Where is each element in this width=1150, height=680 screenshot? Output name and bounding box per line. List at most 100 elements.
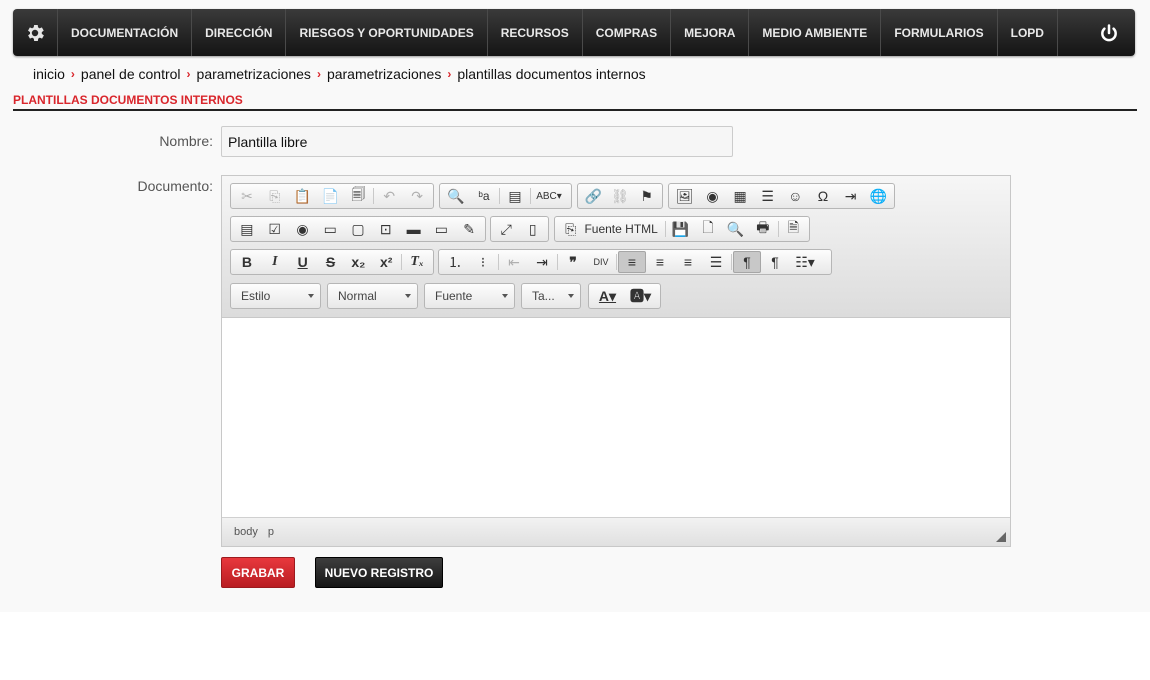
font-combo[interactable]: Fuente: [424, 283, 515, 309]
editor-content-area[interactable]: [222, 318, 1010, 517]
align-center-icon[interactable]: ≡: [646, 251, 674, 273]
save-icon[interactable]: 💾: [667, 218, 694, 240]
format-combo[interactable]: Normal: [327, 283, 418, 309]
language-icon[interactable]: ☷▾: [789, 251, 821, 273]
remove-format-icon[interactable]: Tₓ: [403, 251, 431, 273]
button-icon[interactable]: ▬: [400, 218, 428, 240]
textarea-icon[interactable]: ▢: [344, 218, 372, 240]
path-p[interactable]: p: [268, 526, 274, 538]
flash-icon[interactable]: ◉: [699, 185, 727, 207]
nav-direccion[interactable]: DIRECCIÓN: [192, 9, 287, 56]
paste-word-icon[interactable]: 🗐: [344, 185, 372, 207]
breadcrumb-parametrizaciones-2[interactable]: parametrizaciones: [327, 66, 441, 82]
settings-button[interactable]: [13, 9, 58, 56]
copy-icon[interactable]: ⎘: [261, 185, 289, 207]
page-break-icon[interactable]: ⇥: [837, 185, 865, 207]
image-icon[interactable]: 🖼: [671, 185, 699, 207]
outdent-icon[interactable]: ⇤: [500, 251, 528, 273]
align-justify-icon[interactable]: ☰: [702, 251, 730, 273]
grabar-button[interactable]: GRABAR: [221, 557, 295, 588]
superscript-icon[interactable]: x²: [372, 251, 400, 273]
hidden-field-icon[interactable]: ✎: [455, 218, 483, 240]
text-color-icon[interactable]: A▾: [591, 285, 624, 307]
nav-formularios[interactable]: FORMULARIOS: [881, 9, 998, 56]
source-html-button[interactable]: Fuente HTML: [584, 222, 663, 236]
link-icon[interactable]: 🔗: [580, 185, 607, 207]
redo-icon[interactable]: ↷: [403, 185, 431, 207]
italic-button[interactable]: I: [261, 251, 289, 273]
chevron-down-icon: [568, 294, 574, 298]
smiley-icon[interactable]: ☺: [782, 185, 810, 207]
cut-icon[interactable]: ✂: [233, 185, 261, 207]
maximize-icon[interactable]: ⤢: [493, 218, 520, 240]
toolbar-separator: [530, 188, 531, 204]
nav-riesgos[interactable]: RIESGOS Y OPORTUNIDADES: [286, 9, 488, 56]
colors-group: A▾ 🅰▾: [588, 283, 661, 309]
unlink-icon[interactable]: ⛓: [607, 185, 634, 207]
select-icon[interactable]: ⊡: [372, 218, 400, 240]
bold-button[interactable]: B: [233, 251, 261, 273]
logout-button[interactable]: [1083, 9, 1135, 56]
nombre-input[interactable]: [221, 126, 733, 157]
chevron-right-icon: ›: [447, 67, 452, 81]
rtl-icon[interactable]: ¶: [761, 251, 789, 273]
breadcrumb-inicio[interactable]: inicio: [33, 66, 65, 82]
undo-icon[interactable]: ↶: [375, 185, 403, 207]
nav-documentacion[interactable]: DOCUMENTACIÓN: [58, 9, 193, 56]
size-combo[interactable]: Ta...: [521, 283, 581, 309]
horizontal-rule-icon[interactable]: ☰: [754, 185, 782, 207]
chevron-right-icon: ›: [70, 67, 75, 81]
preview-icon[interactable]: 🔍: [722, 218, 749, 240]
textfield-icon[interactable]: ▭: [316, 218, 344, 240]
create-div-icon[interactable]: DIV: [587, 251, 615, 273]
nav-recursos[interactable]: RECURSOS: [488, 9, 583, 56]
path-body[interactable]: body: [234, 526, 258, 538]
select-all-icon[interactable]: ▤: [501, 185, 529, 207]
align-right-icon[interactable]: ≡: [674, 251, 702, 273]
special-char-icon[interactable]: Ω: [809, 185, 837, 207]
replace-icon[interactable]: ᵇa: [470, 185, 498, 207]
find-group: 🔍 ᵇa ▤ ABC▾: [439, 183, 572, 209]
iframe-icon[interactable]: 🌐: [864, 185, 892, 207]
print-icon[interactable]: 🖶: [749, 218, 776, 240]
bulleted-list-icon[interactable]: ⁝: [469, 251, 497, 273]
ltr-icon[interactable]: ¶: [733, 251, 761, 273]
indent-icon[interactable]: ⇥: [528, 251, 556, 273]
show-blocks-icon[interactable]: ▯: [520, 218, 547, 240]
resize-handle[interactable]: [996, 532, 1006, 542]
align-left-icon[interactable]: ≡: [618, 251, 646, 273]
subscript-icon[interactable]: x₂: [344, 251, 372, 273]
nombre-label: Nombre:: [159, 133, 213, 149]
nav-medio-ambiente[interactable]: MEDIO AMBIENTE: [749, 9, 882, 56]
image-button-icon[interactable]: ▭: [427, 218, 455, 240]
form-icon[interactable]: ▤: [233, 218, 261, 240]
nuevo-registro-button[interactable]: NUEVO REGISTRO: [315, 557, 443, 588]
table-icon[interactable]: ▦: [726, 185, 754, 207]
paste-text-icon[interactable]: 📄: [317, 185, 345, 207]
size-combo-label: Ta...: [532, 289, 555, 303]
blockquote-icon[interactable]: ❞: [559, 251, 587, 273]
paste-icon[interactable]: 📋: [289, 185, 317, 207]
toolbar-separator: [373, 188, 375, 204]
templates-icon[interactable]: 🗎: [780, 218, 807, 240]
anchor-icon[interactable]: ⚑: [633, 185, 660, 207]
strike-button[interactable]: S: [317, 251, 345, 273]
toolbar-separator: [731, 254, 732, 270]
checkbox-icon[interactable]: ☑: [261, 218, 289, 240]
nav-compras[interactable]: COMPRAS: [583, 9, 672, 56]
spellcheck-icon[interactable]: ABC▾: [532, 185, 566, 207]
nav-mejora[interactable]: MEJORA: [671, 9, 750, 56]
new-page-icon[interactable]: 🗋: [694, 218, 721, 240]
radio-icon[interactable]: ◉: [289, 218, 317, 240]
breadcrumb-current: plantillas documentos internos: [457, 66, 646, 82]
numbered-list-icon[interactable]: ⒈: [441, 251, 469, 273]
breadcrumb-panel-de-control[interactable]: panel de control: [81, 66, 181, 82]
style-combo[interactable]: Estilo: [230, 283, 321, 309]
nav-lopd[interactable]: LOPD: [998, 9, 1058, 56]
underline-button[interactable]: U: [289, 251, 317, 273]
source-icon[interactable]: ⎘: [557, 218, 584, 240]
find-icon[interactable]: 🔍: [442, 185, 470, 207]
breadcrumb-parametrizaciones[interactable]: parametrizaciones: [197, 66, 311, 82]
toolbar-separator: [498, 254, 499, 270]
background-color-icon[interactable]: 🅰▾: [624, 285, 657, 307]
